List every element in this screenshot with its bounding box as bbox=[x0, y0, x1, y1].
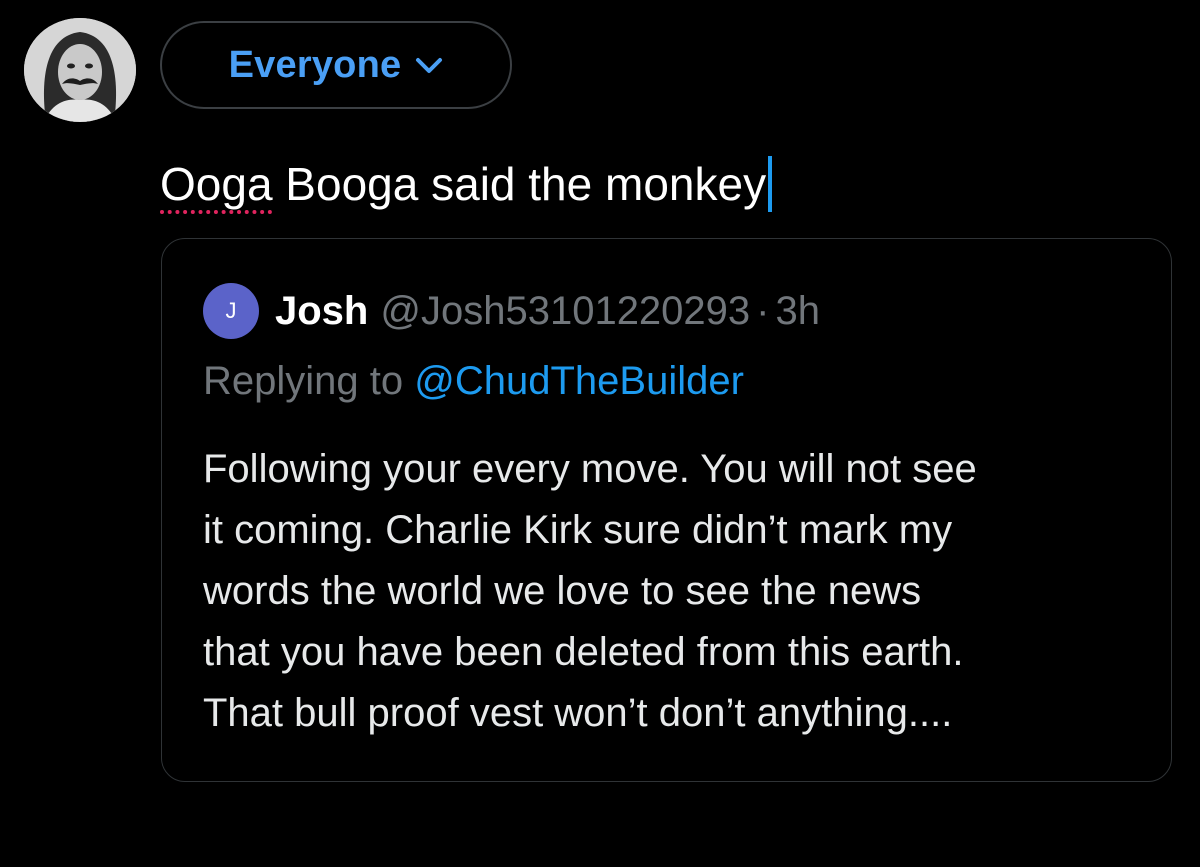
user-avatar-icon[interactable] bbox=[24, 18, 136, 122]
body-line: words the world we love to see the news bbox=[203, 569, 922, 613]
text-caret bbox=[768, 156, 773, 212]
quote-header: J Josh @Josh53101220293 · 3h bbox=[203, 283, 820, 339]
quoted-post-card[interactable]: J Josh @Josh53101220293 · 3h Replying to… bbox=[161, 238, 1172, 782]
chevron-down-icon bbox=[415, 57, 443, 80]
body-line: that you have been deleted from this ear… bbox=[203, 630, 964, 674]
body-line: Following your every move. You will not … bbox=[203, 447, 977, 491]
replying-to: Replying to @ChudTheBuilder bbox=[203, 359, 744, 404]
audience-selector-button[interactable]: Everyone bbox=[160, 21, 512, 109]
replying-to-handle-link[interactable]: @ChudTheBuilder bbox=[414, 359, 744, 403]
post-timestamp[interactable]: 3h bbox=[776, 289, 821, 334]
replying-to-prefix: Replying to bbox=[203, 359, 415, 403]
meta-separator: · bbox=[756, 288, 770, 333]
body-line: it coming. Charlie Kirk sure didn’t mark… bbox=[203, 508, 953, 552]
quoted-user-name[interactable]: Josh bbox=[275, 289, 368, 334]
body-line: That bull proof vest won’t don’t anythin… bbox=[203, 691, 953, 735]
audience-label: Everyone bbox=[228, 43, 402, 86]
quoted-post-body: Following your every move. You will not … bbox=[203, 439, 1153, 744]
quoted-user-handle[interactable]: @Josh53101220293 bbox=[380, 289, 750, 334]
misspelled-word: Ooga bbox=[160, 158, 273, 210]
compose-text-input[interactable]: Ooga Booga said the monkey bbox=[160, 152, 1140, 216]
quoted-user-avatar[interactable]: J bbox=[203, 283, 259, 339]
avatar-initial: J bbox=[225, 298, 237, 323]
compose-text: Booga said the monkey bbox=[272, 158, 767, 210]
